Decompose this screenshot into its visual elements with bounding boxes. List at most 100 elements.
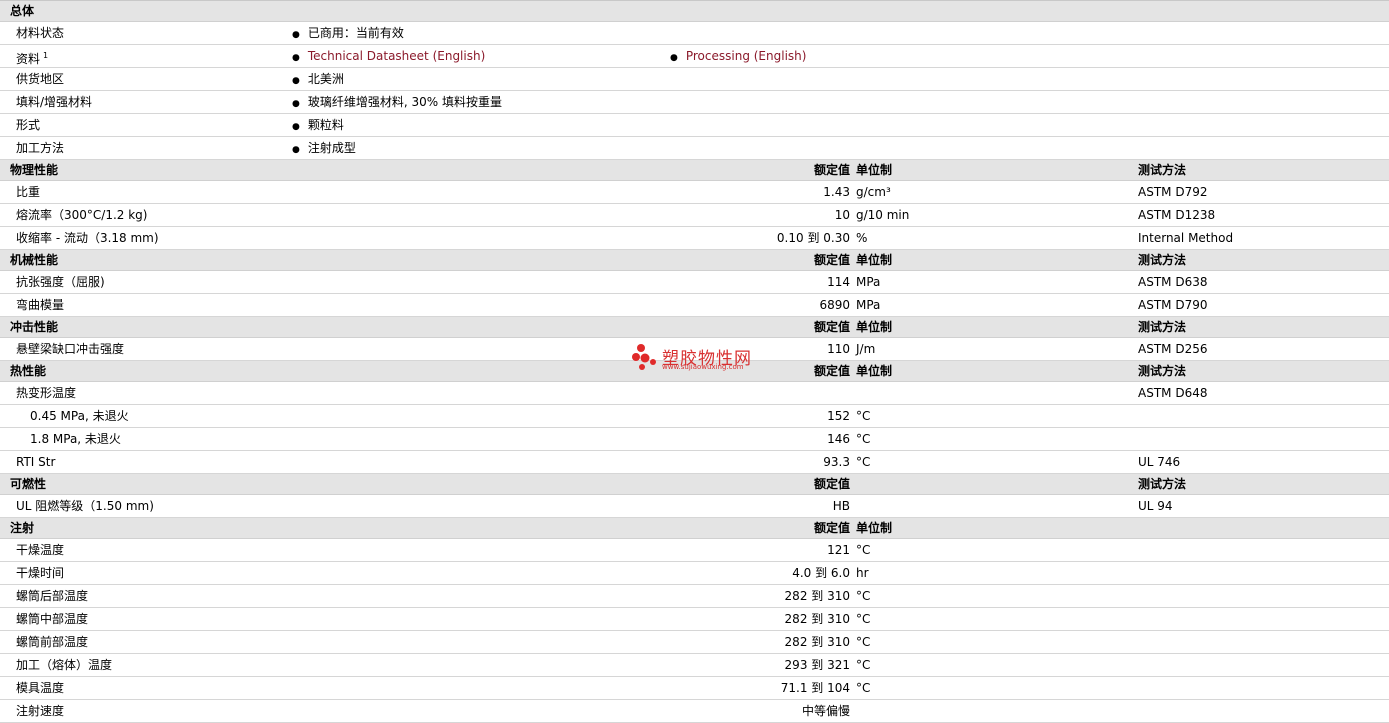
row-label-text: 加工方法 — [16, 141, 65, 155]
property-value: 152 — [827, 409, 850, 423]
property-unit: °C — [856, 658, 871, 672]
property-value: 0.10 到 0.30 — [776, 231, 850, 245]
red-dots-logo-icon — [632, 344, 656, 370]
row-label: 供货地区 — [16, 68, 64, 90]
watermark: 塑胶物性网 www.sujiaowuxing.com — [632, 342, 772, 376]
watermark-url: www.sujiaowuxing.com — [662, 363, 744, 371]
property-unit: °C — [856, 681, 871, 695]
section-header-injection: 注射 额定值 单位制 — [0, 518, 1389, 539]
document-link[interactable]: Processing (English) — [686, 49, 807, 63]
property-label: 1.8 MPa, 未退火 — [30, 432, 121, 446]
section-title: 冲击性能 — [10, 320, 59, 334]
property-value: 121 — [827, 543, 850, 557]
bullet-text: 颗粒料 — [307, 118, 344, 132]
property-row: 1.8 MPa, 未退火 146 °C — [0, 428, 1389, 451]
property-label: 抗张强度（屈服) — [16, 275, 105, 289]
bullet-icon: ● — [292, 30, 300, 40]
property-row: 干燥温度 121 °C — [0, 539, 1389, 562]
property-row: 比重 1.43 g/cm³ ASTM D792 — [0, 181, 1389, 204]
property-label: 悬壁梁缺口冲击强度 — [16, 342, 125, 356]
test-method: UL 746 — [1138, 455, 1181, 469]
nominal-value-header: 额定值 — [813, 163, 850, 177]
property-value: 114 — [827, 275, 850, 289]
property-value: 282 到 310 — [784, 589, 850, 603]
nominal-value-header: 额定值 — [813, 253, 850, 267]
document-link[interactable]: Technical Datasheet (English) — [308, 49, 485, 63]
bullet-text: 北美洲 — [307, 72, 344, 86]
property-label: 螺筒中部温度 — [16, 612, 89, 626]
property-value: 6890 — [819, 298, 850, 312]
section-title: 注射 — [10, 521, 35, 535]
test-method: Internal Method — [1138, 231, 1234, 245]
bullet-text: 玻璃纤维增强材料, 30% 填料按重量 — [307, 95, 502, 109]
property-unit: MPa — [856, 275, 881, 289]
unit-header: 单位制 — [856, 364, 893, 378]
property-label: 比重 — [16, 185, 41, 199]
property-value: 1.43 — [823, 185, 850, 199]
nominal-value-header: 额定值 — [813, 320, 850, 334]
test-method-header: 测试方法 — [1138, 364, 1187, 378]
row-label-text: 资料 — [16, 52, 41, 66]
property-row: 模具温度 71.1 到 104 °C — [0, 677, 1389, 700]
general-row: 加工方法 ● 注射成型 — [0, 137, 1389, 160]
property-value: HB — [832, 499, 850, 513]
document-link-item: ● Processing (English) — [670, 45, 806, 69]
test-method: ASTM D638 — [1138, 275, 1208, 289]
property-row: RTI Str 93.3 °C UL 746 — [0, 451, 1389, 474]
property-unit: g/10 min — [856, 208, 910, 222]
property-unit: °C — [856, 589, 871, 603]
property-label: 螺筒前部温度 — [16, 635, 89, 649]
property-unit: °C — [856, 635, 871, 649]
test-method-header: 测试方法 — [1138, 320, 1187, 334]
unit-header: 单位制 — [856, 521, 893, 535]
property-value: 中等偏慢 — [801, 704, 850, 718]
bullet-text: 注射成型 — [307, 141, 356, 155]
property-unit: °C — [856, 543, 871, 557]
test-method: ASTM D790 — [1138, 298, 1208, 312]
property-value: 146 — [827, 432, 850, 446]
test-method-header: 测试方法 — [1138, 477, 1187, 491]
property-value: 71.1 到 104 — [780, 681, 850, 695]
bullet-icon: ● — [292, 99, 300, 109]
property-label: 收缩率 - 流动（3.18 mm) — [16, 231, 159, 245]
section-title: 热性能 — [10, 364, 47, 378]
row-label: 材料状态 — [16, 22, 64, 44]
property-unit: J/m — [856, 342, 876, 356]
bullet-item: ● 北美洲 — [292, 68, 344, 92]
property-unit: °C — [856, 612, 871, 626]
nominal-value-header: 额定值 — [813, 521, 850, 535]
property-value: 282 到 310 — [784, 635, 850, 649]
nominal-value-header: 额定值 — [813, 477, 850, 491]
property-row: 抗张强度（屈服) 114 MPa ASTM D638 — [0, 271, 1389, 294]
bullet-icon: ● — [292, 53, 300, 63]
property-label: 弯曲模量 — [16, 298, 65, 312]
property-label: 熔流率（300°C/1.2 kg) — [16, 208, 148, 222]
bullet-text: 已商用：当前有效 — [307, 26, 404, 40]
property-unit: °C — [856, 409, 871, 423]
section-title: 总体 — [10, 4, 35, 18]
property-row: 0.45 MPa, 未退火 152 °C — [0, 405, 1389, 428]
general-row: 填料/增强材料 ● 玻璃纤维增强材料, 30% 填料按重量 — [0, 91, 1389, 114]
unit-header: 单位制 — [856, 253, 893, 267]
bullet-item: ● 颗粒料 — [292, 114, 344, 138]
property-row: 熔流率（300°C/1.2 kg) 10 g/10 min ASTM D1238 — [0, 204, 1389, 227]
property-row: 注射速度 中等偏慢 — [0, 700, 1389, 723]
row-label: 形式 — [16, 114, 40, 136]
property-label: 干燥温度 — [16, 543, 65, 557]
general-row: 供货地区 ● 北美洲 — [0, 68, 1389, 91]
property-value: 10 — [834, 208, 850, 222]
property-label: 螺筒后部温度 — [16, 589, 89, 603]
document-link-item: ● Technical Datasheet (English) — [292, 45, 485, 69]
section-title: 物理性能 — [10, 163, 59, 177]
nominal-value-header: 额定值 — [813, 364, 850, 378]
property-unit: °C — [856, 432, 871, 446]
row-label-text: 填料/增强材料 — [16, 95, 93, 109]
bullet-item: ● 已商用：当前有效 — [292, 22, 404, 46]
property-value: 282 到 310 — [784, 612, 850, 626]
property-row: 螺筒中部温度 282 到 310 °C — [0, 608, 1389, 631]
property-row: 干燥时间 4.0 到 6.0 hr — [0, 562, 1389, 585]
section-header-flammability: 可燃性 额定值 测试方法 — [0, 474, 1389, 495]
property-row: 螺筒前部温度 282 到 310 °C — [0, 631, 1389, 654]
bullet-item: ● 玻璃纤维增强材料, 30% 填料按重量 — [292, 91, 502, 115]
property-value: 293 到 321 — [784, 658, 850, 672]
